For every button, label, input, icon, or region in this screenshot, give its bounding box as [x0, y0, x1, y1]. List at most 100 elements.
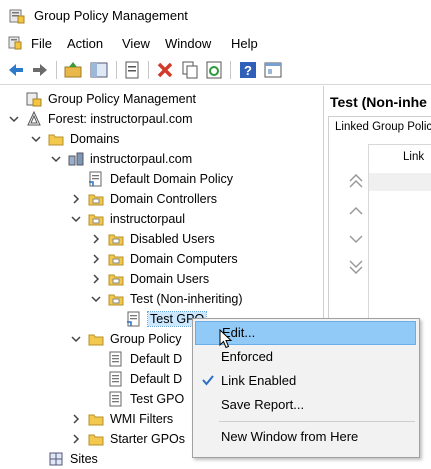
move-down-icon[interactable] [347, 232, 365, 246]
ou-icon [88, 214, 104, 226]
tree-item[interactable]: Disabled Users [90, 229, 215, 249]
ou-icon [108, 274, 124, 286]
toolbar-separator [230, 61, 231, 79]
chevron-down-icon[interactable] [70, 333, 82, 345]
ou-icon [108, 254, 124, 266]
tree-item[interactable]: WMI Filters [70, 409, 173, 429]
tree-item[interactable]: Group Policy Management [8, 89, 196, 109]
mouse-pointer-icon [219, 329, 233, 349]
menu-window[interactable]: Window [165, 36, 211, 51]
chevron-right-icon[interactable] [70, 433, 82, 445]
ou-icon [108, 234, 124, 246]
menu-item-link-enabled[interactable]: Link Enabled [193, 369, 419, 393]
spacer [30, 453, 42, 465]
gpo-icon [109, 391, 122, 407]
column-link-order[interactable]: Link [403, 151, 424, 163]
tree-item[interactable]: Starter GPOs [70, 429, 185, 449]
tree-item[interactable]: Test GPO [90, 389, 184, 409]
tree-item-label: Default Domain Policy [110, 172, 233, 186]
toolbar-separator [56, 61, 57, 79]
tree-item-label: Sites [70, 452, 98, 466]
tree-item[interactable]: Test (Non-inheriting) [90, 289, 243, 309]
system-menu-icon[interactable] [8, 36, 22, 50]
tree-item-label: Domain Computers [130, 252, 238, 266]
menu-action[interactable]: Action [67, 36, 103, 51]
menu-item-save-report[interactable]: Save Report... [193, 393, 419, 417]
chevron-right-icon[interactable] [70, 413, 82, 425]
properties-icon[interactable] [122, 60, 142, 80]
tree-item[interactable]: Default D [90, 349, 182, 369]
delete-icon[interactable] [155, 60, 175, 80]
copy-icon[interactable] [180, 60, 200, 80]
tree-item-label: Forest: instructorpaul.com [48, 112, 193, 126]
tree-item-label: Starter GPOs [110, 432, 186, 446]
chevron-down-icon[interactable] [50, 153, 62, 165]
chevron-right-icon[interactable] [90, 233, 102, 245]
window-title: Group Policy Management [34, 8, 188, 23]
menu-item-new-window[interactable]: New Window from Here [193, 425, 419, 449]
menu-help[interactable]: Help [231, 36, 258, 51]
help-icon[interactable]: ? [238, 60, 258, 80]
chevron-right-icon[interactable] [90, 273, 102, 285]
svg-text:?: ? [244, 63, 252, 78]
toolbar-separator [116, 61, 117, 79]
chevron-right-icon[interactable] [90, 253, 102, 265]
gpm-icon [26, 92, 42, 107]
refresh-icon[interactable] [204, 60, 224, 80]
tree-item[interactable]: Default D [90, 369, 182, 389]
table-row[interactable] [369, 173, 431, 191]
menu-file[interactable]: File [31, 36, 52, 51]
tree-item-label: Group Policy [110, 332, 182, 346]
chevron-right-icon[interactable] [70, 193, 82, 205]
tree-item-label: Disabled Users [130, 232, 215, 246]
folder-icon [88, 414, 104, 426]
menu-item-enforced-label: Enforced [221, 349, 274, 364]
tree-item[interactable]: instructorpaul [70, 209, 185, 229]
checkmark-icon [202, 375, 214, 386]
menu-view[interactable]: View [122, 36, 150, 51]
tab-linked-group-policy[interactable]: Linked Group Polic [328, 116, 431, 138]
tree-item-label: Domain Users [130, 272, 210, 286]
tree-item[interactable]: Domains [30, 129, 119, 149]
tree-item-label: Domain Controllers [110, 192, 217, 206]
toolbar: ? [0, 56, 431, 85]
tree-item[interactable]: Group Policy [70, 329, 182, 349]
menu-item-link-enabled-label: Link Enabled [221, 373, 297, 388]
move-top-icon[interactable] [347, 174, 365, 188]
back-icon[interactable] [6, 60, 26, 80]
title-bar: Group Policy Management [0, 0, 431, 32]
chevron-down-icon[interactable] [70, 213, 82, 225]
gpo-link-icon [89, 171, 102, 187]
chevron-down-icon[interactable] [30, 133, 42, 145]
forward-icon[interactable] [30, 60, 50, 80]
up-folder-icon[interactable] [63, 60, 83, 80]
tree-item[interactable]: Domain Users [90, 269, 209, 289]
details-title: Test (Non-inhe [330, 94, 427, 110]
move-bottom-icon[interactable] [347, 260, 365, 274]
console-icon[interactable] [263, 60, 283, 80]
tree-item[interactable]: Domain Controllers [70, 189, 217, 209]
folder-icon [88, 434, 104, 446]
gpo-icon [109, 351, 122, 367]
tree-item[interactable]: Default Domain Policy [70, 169, 233, 189]
move-up-icon[interactable] [347, 204, 365, 218]
spacer [90, 373, 102, 385]
tree-item[interactable]: Domain Computers [90, 249, 238, 269]
tree-item-label: Default D [130, 372, 183, 386]
tree-item[interactable]: instructorpaul.com [50, 149, 192, 169]
tree-item-label: Test GPO [130, 392, 185, 406]
tree-item[interactable]: Sites [30, 449, 98, 469]
spacer [108, 313, 120, 325]
tree-item-label: Default D [130, 352, 183, 366]
tree-item[interactable]: Forest: instructorpaul.com [8, 109, 193, 129]
spacer [8, 93, 20, 105]
spacer [90, 393, 102, 405]
menu-item-save-report-label: Save Report... [221, 397, 305, 412]
tree-item-label: Group Policy Management [48, 92, 196, 106]
toolbar-separator [148, 61, 149, 79]
chevron-down-icon[interactable] [90, 293, 102, 305]
sites-icon [49, 452, 63, 466]
forest-icon [27, 111, 41, 126]
show-hide-tree-icon[interactable] [89, 60, 109, 80]
chevron-down-icon[interactable] [8, 113, 20, 125]
